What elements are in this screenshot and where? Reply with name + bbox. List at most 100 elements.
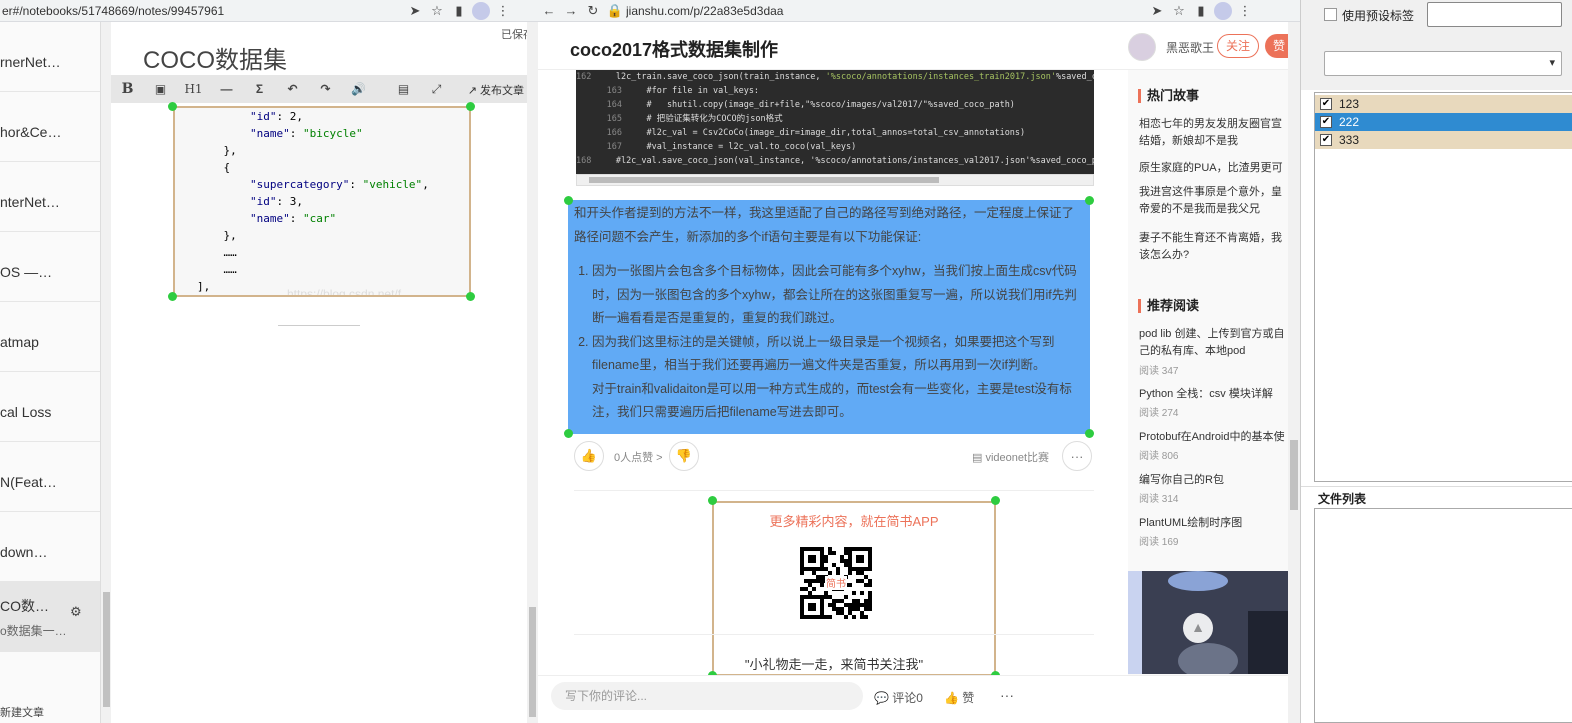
resize-handle[interactable] bbox=[564, 196, 573, 205]
code-line: "supercategory": "vehicle", bbox=[249, 178, 429, 191]
recommended-link[interactable]: Protobuf在Android中的基本使用 bbox=[1139, 429, 1289, 446]
note-list-item-title: down… bbox=[0, 544, 48, 560]
resize-handle[interactable] bbox=[466, 102, 475, 111]
note-list-item[interactable]: hor&Ce… bbox=[0, 92, 100, 162]
preset-checkbox[interactable] bbox=[1324, 8, 1337, 21]
note-list-item[interactable]: CO数… o数据集一… ⚙ bbox=[0, 582, 100, 652]
resize-handle[interactable] bbox=[1085, 196, 1094, 205]
bold-button[interactable]: B bbox=[111, 81, 144, 97]
menu-kebab-icon[interactable]: ⋮ bbox=[492, 1, 514, 21]
editor-scrollbar[interactable] bbox=[527, 22, 538, 723]
hot-story-link[interactable]: 相恋七年的男友发朋友圈官宣结婚，新娘却不是我 bbox=[1139, 116, 1289, 150]
file-list[interactable] bbox=[1314, 508, 1572, 723]
note-title[interactable]: COCO数据集 bbox=[143, 40, 287, 75]
preset-input[interactable] bbox=[1427, 2, 1562, 27]
follow-button[interactable]: 关注 bbox=[1217, 34, 1259, 58]
lock-icon[interactable]: 🔒 bbox=[604, 1, 626, 21]
tag-label: 123 bbox=[1339, 97, 1360, 111]
selected-text-block[interactable]: 和开头作者提到的方法不一样，我这里适配了自己的路径写到绝对路径，一定程度上保证了… bbox=[568, 200, 1090, 434]
feature-list: 因为一张图片会包含多个目标物体，因此会可能有多个xyhw，当我们按上面生成csv… bbox=[574, 260, 1086, 425]
reload-icon[interactable]: ↻ bbox=[582, 1, 604, 21]
resize-handle[interactable] bbox=[466, 292, 475, 301]
divider-line bbox=[278, 325, 360, 326]
app-promo-image[interactable]: 更多精彩内容，就在简书APP 简书 bbox=[712, 501, 996, 676]
more-button[interactable]: ··· bbox=[1000, 687, 1014, 703]
tag-row[interactable]: ✔ 123 bbox=[1315, 95, 1572, 113]
editor-window: er#/notebooks/51748669/notes/99457961 ➤ … bbox=[0, 0, 538, 723]
code-block-scrollbar[interactable] bbox=[576, 174, 1094, 186]
note-list-item-title: OS —… bbox=[0, 264, 53, 280]
resize-handle[interactable] bbox=[168, 292, 177, 301]
profile-icon[interactable] bbox=[470, 1, 492, 21]
hot-story-link[interactable]: 我进宫这件事原是个意外，皇帝爱的不是我而是我父兄 bbox=[1139, 184, 1289, 218]
send-icon[interactable]: ➤ bbox=[1146, 1, 1168, 21]
profile-icon[interactable] bbox=[1212, 1, 1234, 21]
likes-count[interactable]: 0人点赞 > bbox=[614, 449, 663, 465]
resize-handle[interactable] bbox=[991, 496, 1000, 505]
new-article-button[interactable]: 新建文章 bbox=[0, 704, 44, 720]
thumb-down-icon[interactable]: 👎 bbox=[669, 441, 699, 471]
splitter[interactable] bbox=[1301, 486, 1572, 487]
star-icon[interactable]: ☆ bbox=[1168, 1, 1190, 21]
recommended-link[interactable]: Python 全栈：csv 模块详解 bbox=[1139, 386, 1289, 403]
mid-url[interactable]: jianshu.com/p/22a83e5d3daa bbox=[626, 4, 1146, 18]
gear-icon[interactable]: ⚙ bbox=[70, 604, 82, 620]
undo-icon[interactable]: ↶ bbox=[276, 82, 309, 96]
tag-list: ✔ 123 ✔ 222 ✔ 333 bbox=[1314, 92, 1572, 482]
note-list-item[interactable]: rnerNet… bbox=[0, 22, 100, 92]
save-icon[interactable]: ▤ bbox=[387, 82, 420, 96]
tag-checkbox[interactable]: ✔ bbox=[1320, 98, 1332, 110]
note-list-item[interactable]: nterNet… bbox=[0, 162, 100, 232]
publish-button[interactable]: ↗ 发布文章 bbox=[468, 82, 524, 98]
author-avatar[interactable] bbox=[1128, 33, 1156, 61]
divider-button[interactable]: — bbox=[210, 82, 243, 96]
resize-handle[interactable] bbox=[168, 102, 177, 111]
heading-button[interactable]: H1 bbox=[177, 82, 210, 96]
audio-icon[interactable]: 🔊 bbox=[342, 82, 375, 96]
hot-story-link[interactable]: 妻子不能生育还不肯离婚，我该怎么办? bbox=[1139, 230, 1289, 264]
tag-panel: 使用预设标签 ✔ 123 ✔ 222 ✔ 333 文件列表 bbox=[1300, 0, 1572, 723]
scroll-top-button[interactable]: ▲ bbox=[1183, 613, 1213, 643]
like-button[interactable]: 👍 赞 bbox=[944, 689, 974, 706]
recommended-link[interactable]: pod lib 创建、上传到官方或自己的私有库、本地pod bbox=[1139, 326, 1289, 360]
collection-link[interactable]: ▤ videonet比赛 bbox=[972, 449, 1049, 465]
sidepanel-icon[interactable]: ▮ bbox=[448, 1, 470, 21]
tag-row[interactable]: ✔ 222 bbox=[1315, 113, 1572, 131]
note-list-item[interactable]: cal Loss bbox=[0, 372, 100, 442]
image-icon[interactable]: ▣ bbox=[144, 82, 177, 96]
resize-handle[interactable] bbox=[708, 496, 717, 505]
sidepanel-icon[interactable]: ▮ bbox=[1190, 1, 1212, 21]
formula-button[interactable]: Σ bbox=[243, 82, 276, 96]
note-list-item[interactable]: atmap bbox=[0, 302, 100, 372]
note-list-item[interactable]: OS —… bbox=[0, 232, 100, 302]
note-list-item[interactable]: down… bbox=[0, 512, 100, 582]
tag-checkbox[interactable]: ✔ bbox=[1320, 116, 1332, 128]
recommended-link[interactable]: PlantUML绘制时序图 bbox=[1139, 515, 1289, 532]
tag-checkbox[interactable]: ✔ bbox=[1320, 134, 1332, 146]
comment-button[interactable]: 💬 评论0 bbox=[874, 689, 923, 706]
author-name[interactable]: 黑恶歌王 bbox=[1166, 39, 1214, 56]
preset-select[interactable] bbox=[1324, 51, 1562, 76]
thumb-up-icon[interactable]: 👍 bbox=[574, 441, 604, 471]
recommended-link[interactable]: 编写你自己的R包 bbox=[1139, 472, 1289, 489]
ad-image[interactable]: ▲ bbox=[1128, 571, 1288, 674]
more-icon[interactable]: ··· bbox=[1062, 441, 1092, 471]
fullscreen-icon[interactable]: ⤢ bbox=[420, 82, 453, 97]
star-icon[interactable]: ☆ bbox=[426, 1, 448, 21]
page-scrollbar[interactable] bbox=[1288, 22, 1300, 723]
resize-handle[interactable] bbox=[564, 429, 573, 438]
send-icon[interactable]: ➤ bbox=[404, 1, 426, 21]
back-icon[interactable]: ← bbox=[538, 1, 560, 21]
comment-input[interactable]: 写下你的评论... bbox=[551, 682, 863, 710]
tag-row[interactable]: ✔ 333 bbox=[1315, 131, 1572, 149]
tag-label: 333 bbox=[1339, 133, 1360, 147]
hot-story-link[interactable]: 原生家庭的PUA，比渣男更可怕 bbox=[1139, 160, 1289, 178]
menu-kebab-icon[interactable]: ⋮ bbox=[1234, 1, 1256, 21]
code-screenshot-image[interactable]: "id": 2, "name": "bicycle" }, { "superca… bbox=[173, 106, 471, 297]
left-url[interactable]: er#/notebooks/51748669/notes/99457961 bbox=[0, 4, 400, 18]
redo-icon[interactable]: ↷ bbox=[309, 82, 342, 96]
note-list-item[interactable]: N(Feat… bbox=[0, 442, 100, 512]
forward-icon[interactable]: → bbox=[560, 1, 582, 21]
note-list-scrollbar[interactable] bbox=[100, 22, 111, 723]
resize-handle[interactable] bbox=[1085, 429, 1094, 438]
